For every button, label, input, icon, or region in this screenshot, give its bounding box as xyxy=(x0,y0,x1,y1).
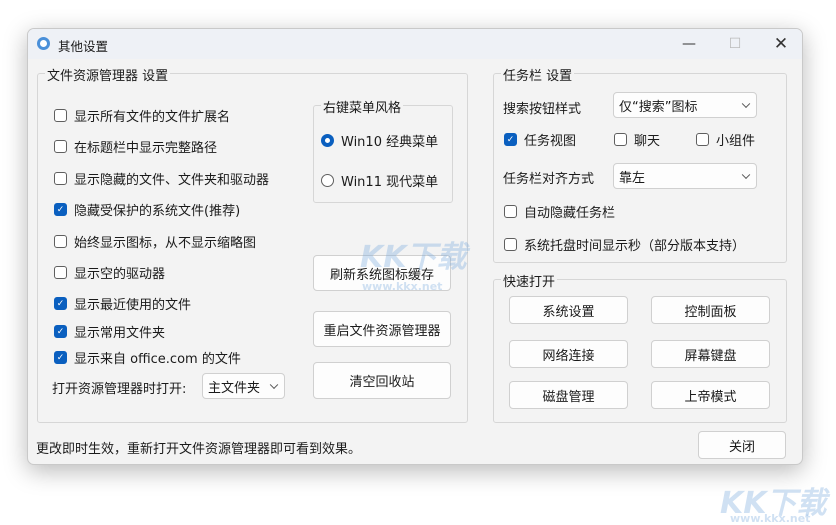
radio-icon xyxy=(321,134,334,147)
select-value: 仅“搜索”图标 xyxy=(619,99,698,115)
checkbox-label: 显示空的驱动器 xyxy=(74,267,166,282)
checkbox-label: 在标题栏中显示完整路径 xyxy=(74,141,218,156)
explorer-checkbox[interactable]: 显示隐藏的文件、文件夹和驱动器 xyxy=(54,169,269,188)
checkbox-label: 显示来自 office.com 的文件 xyxy=(74,352,241,367)
explorer-checkbox[interactable]: 显示空的驱动器 xyxy=(54,263,165,282)
maximize-button[interactable]: ☐ xyxy=(712,29,758,59)
radio-label: Win11 现代菜单 xyxy=(341,175,439,190)
checkbox-label: 任务视图 xyxy=(524,134,577,149)
checkbox-icon xyxy=(696,133,709,146)
taskbar-align-label: 任务栏对齐方式 xyxy=(503,172,595,187)
checkbox-label: 显示最近使用的文件 xyxy=(74,298,192,313)
checkbox-label: 显示所有文件的文件扩展名 xyxy=(74,110,231,125)
open-explorer-label: 打开资源管理器时打开: xyxy=(52,382,187,397)
checkbox-icon xyxy=(54,266,67,279)
empty-recycle-bin-button[interactable]: 清空回收站 xyxy=(313,362,451,399)
chevron-down-icon xyxy=(269,380,279,390)
checkbox-icon: ✓ xyxy=(54,351,67,364)
group-title: 右键菜单风格 xyxy=(321,97,404,116)
select-value: 主文件夹 xyxy=(208,380,261,396)
quick-open-button[interactable]: 上帝模式 xyxy=(651,381,770,409)
search-style-select[interactable]: 仅“搜索”图标 xyxy=(613,92,757,118)
checkbox-icon xyxy=(54,140,67,153)
checkbox-icon: ✓ xyxy=(504,133,517,146)
chevron-down-icon xyxy=(741,99,751,109)
chevron-down-icon xyxy=(741,170,751,180)
quick-open-button[interactable]: 磁盘管理 xyxy=(509,381,628,409)
explorer-checkbox[interactable]: ✓ 显示来自 office.com 的文件 xyxy=(54,348,241,367)
radio-label: Win10 经典菜单 xyxy=(341,135,439,150)
close-window-button[interactable]: ✕ xyxy=(758,29,802,59)
explorer-checkbox[interactable]: 显示所有文件的文件扩展名 xyxy=(54,106,230,125)
checkbox-icon xyxy=(54,172,67,185)
minimize-button[interactable]: — xyxy=(666,29,712,59)
checkbox-label: 显示隐藏的文件、文件夹和驱动器 xyxy=(74,173,270,188)
checkbox-label: 自动隐藏任务栏 xyxy=(524,206,616,221)
checkbox-icon xyxy=(54,109,67,122)
checkbox-label: 系统托盘时间显示秒（部分版本支持） xyxy=(524,239,746,254)
title-bar: 其他设置 — ☐ ✕ xyxy=(28,29,802,59)
quick-open-button[interactable]: 系统设置 xyxy=(509,296,628,324)
close-button[interactable]: 关闭 xyxy=(698,431,786,459)
explorer-checkbox[interactable]: ✓ 显示最近使用的文件 xyxy=(54,294,191,313)
select-value: 靠左 xyxy=(619,170,646,186)
search-style-label: 搜索按钮样式 xyxy=(503,102,582,117)
radio-icon xyxy=(321,174,334,187)
checkbox-chat[interactable]: 聊天 xyxy=(614,130,660,149)
checkbox-label: 聊天 xyxy=(634,134,661,149)
watermark-url: www.kkx.net xyxy=(362,280,443,293)
checkbox-icon xyxy=(54,235,67,248)
watermark-logo: KK下载 xyxy=(360,240,467,275)
explorer-checkbox[interactable]: 在标题栏中显示完整路径 xyxy=(54,137,217,156)
checkbox-label: 隐藏受保护的系统文件(推荐) xyxy=(74,204,241,219)
watermark-url: www.kkx.net xyxy=(730,512,811,525)
checkbox-tray-seconds[interactable]: 系统托盘时间显示秒（部分版本支持） xyxy=(504,235,745,254)
checkbox-icon xyxy=(614,133,627,146)
quick-open-button[interactable]: 网络连接 xyxy=(509,340,628,368)
open-explorer-select[interactable]: 主文件夹 xyxy=(202,373,285,399)
checkbox-icon xyxy=(504,205,517,218)
footer-note: 更改即时生效，重新打开文件资源管理器即可看到效果。 xyxy=(36,442,362,457)
restart-explorer-button[interactable]: 重启文件资源管理器 xyxy=(313,311,451,347)
checkbox-widgets[interactable]: 小组件 xyxy=(696,130,755,149)
radio-win10[interactable]: Win10 经典菜单 xyxy=(321,131,438,150)
group-title: 文件资源管理器 设置 xyxy=(45,65,171,84)
checkbox-label: 始终显示图标，从不显示缩略图 xyxy=(74,236,257,251)
explorer-checkbox[interactable]: ✓ 隐藏受保护的系统文件(推荐) xyxy=(54,200,240,219)
checkbox-auto-hide-taskbar[interactable]: 自动隐藏任务栏 xyxy=(504,202,615,221)
checkbox-icon: ✓ xyxy=(54,297,67,310)
explorer-checkbox[interactable]: 始终显示图标，从不显示缩略图 xyxy=(54,232,256,251)
quick-open-button[interactable]: 屏幕键盘 xyxy=(651,340,770,368)
checkbox-icon: ✓ xyxy=(54,325,67,338)
taskbar-align-select[interactable]: 靠左 xyxy=(613,163,757,189)
group-title: 快速打开 xyxy=(501,271,558,290)
checkbox-icon xyxy=(504,238,517,251)
checkbox-task-view[interactable]: ✓ 任务视图 xyxy=(504,130,576,149)
checkbox-icon: ✓ xyxy=(54,203,67,216)
radio-win11[interactable]: Win11 现代菜单 xyxy=(321,171,438,190)
explorer-checkbox[interactable]: ✓ 显示常用文件夹 xyxy=(54,322,165,341)
group-title: 任务栏 设置 xyxy=(501,65,575,84)
gear-icon xyxy=(37,37,50,50)
window-title: 其他设置 xyxy=(58,39,109,54)
checkbox-label: 显示常用文件夹 xyxy=(74,326,166,341)
checkbox-label: 小组件 xyxy=(716,134,756,149)
quick-open-button[interactable]: 控制面板 xyxy=(651,296,770,324)
